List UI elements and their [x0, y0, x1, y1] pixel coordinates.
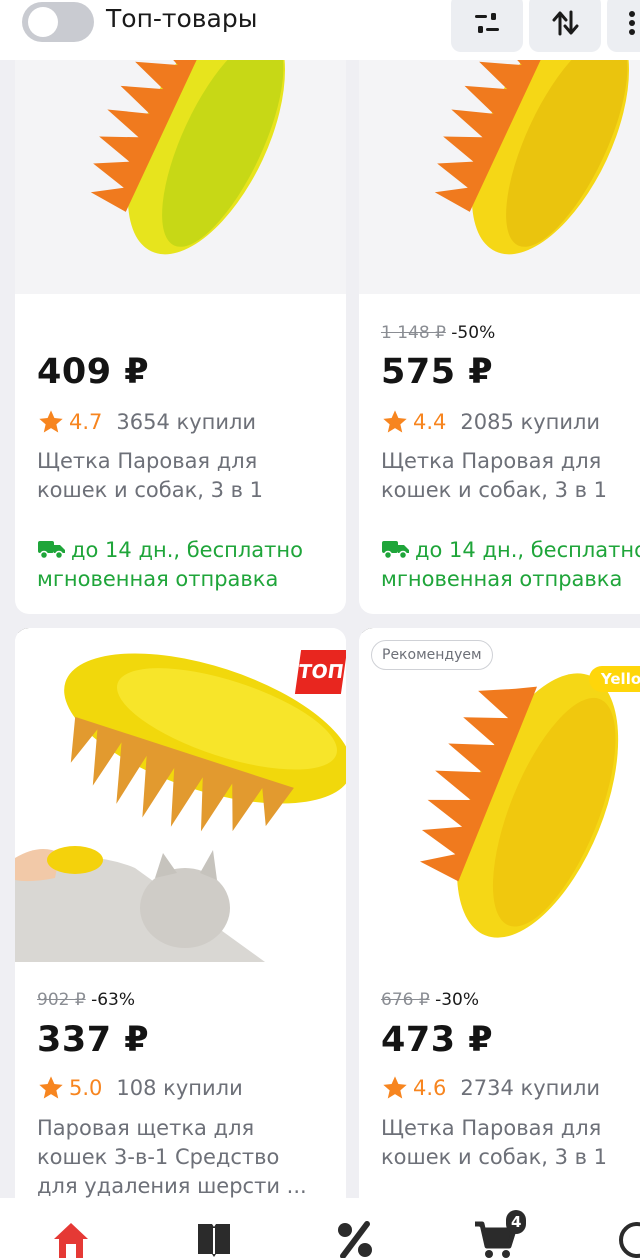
product-image: Рекомендуем Yellow	[359, 628, 640, 962]
color-tag: Yellow	[588, 666, 640, 692]
price: 473 ₽	[381, 1020, 494, 1060]
star-icon	[383, 1076, 407, 1099]
truck-icon	[382, 541, 409, 560]
title-line: Щетка Паровая для	[381, 449, 602, 473]
title-line: Щетка Паровая для	[37, 449, 258, 473]
rating-value: 4.4	[413, 410, 447, 434]
product-image	[15, 40, 346, 294]
toggle-knob	[28, 7, 58, 37]
delivery-note: мгновенная отправка	[381, 567, 623, 591]
title-line: для удаления шерсти ...	[37, 1174, 307, 1198]
nav-home[interactable]	[46, 1220, 96, 1258]
filter-button[interactable]	[451, 0, 523, 52]
product-title: Щетка Паровая для кошек и собак, 3 в 1	[381, 1114, 640, 1172]
title-line: Щетка Паровая для	[381, 1116, 602, 1140]
old-price-row: 676 ₽ -30%	[381, 990, 479, 1010]
sold-count: 2734 купили	[460, 1076, 601, 1100]
delivery-term: до 14 дн., бесплатно	[415, 538, 640, 562]
product-image	[359, 40, 640, 294]
nav-profile[interactable]	[612, 1220, 640, 1258]
nav-discounts[interactable]	[330, 1220, 380, 1258]
sort-arrows-icon	[552, 10, 579, 36]
sold-count: 3654 купили	[116, 410, 257, 434]
star-icon	[383, 410, 407, 433]
price: 575 ₽	[381, 352, 494, 392]
product-card[interactable]: Рекомендуем Yellow 676 ₽ -30% 473 ₽ 4.6 …	[359, 628, 640, 1228]
title-line: кошек и собак, 3 в 1	[381, 478, 608, 502]
discount-icon	[338, 1221, 372, 1258]
top-badge: ТОП	[294, 650, 346, 694]
nav-catalog[interactable]	[189, 1220, 239, 1258]
sold-count: 2085 купили	[460, 410, 601, 434]
top-products-toggle[interactable]	[22, 2, 94, 42]
product-card[interactable]: ТОП 902 ₽ -63% 337 ₽ 5.0 108 купили Паро…	[15, 628, 346, 1228]
product-title: Паровая щетка для кошек 3-в-1 Средство д…	[37, 1114, 337, 1201]
rating-row: 5.0 108 купили	[37, 1074, 243, 1102]
rating-value: 4.7	[69, 410, 103, 434]
old-price-row: 902 ₽ -63%	[37, 990, 135, 1010]
old-price: 1 148 ₽	[381, 323, 446, 343]
sliders-icon	[475, 13, 499, 33]
rating-value: 5.0	[69, 1076, 103, 1100]
delivery-info: до 14 дн., бесплатно мгновенная отправка	[37, 536, 303, 594]
product-card[interactable]: 409 ₽ 4.7 3654 купили Щетка Паровая для …	[15, 40, 346, 614]
old-price: 676 ₽	[381, 990, 430, 1010]
rating-row: 4.4 2085 купили	[381, 408, 600, 436]
delivery-note: мгновенная отправка	[37, 567, 279, 591]
old-price-row: 1 148 ₽ -50%	[381, 323, 495, 343]
product-title: Щетка Паровая для кошек и собак, 3 в 1	[37, 447, 337, 505]
more-button[interactable]	[607, 0, 640, 52]
page-title: Топ-товары	[106, 4, 258, 33]
rating-value: 4.6	[413, 1076, 447, 1100]
old-price: 902 ₽	[37, 990, 86, 1010]
title-line: кошек и собак, 3 в 1	[37, 478, 264, 502]
top-bar: Топ-товары	[0, 0, 640, 60]
bottom-nav	[0, 1198, 640, 1258]
star-icon	[39, 410, 63, 433]
discount: -63%	[91, 990, 135, 1010]
rating-row: 4.6 2734 купили	[381, 1074, 600, 1102]
product-card[interactable]: 1 148 ₽ -50% 575 ₽ 4.4 2085 купили Щетка…	[359, 40, 640, 614]
delivery-term: до 14 дн., бесплатно	[71, 538, 303, 562]
title-line: кошек и собак, 3 в 1	[381, 1145, 608, 1169]
price: 409 ₽	[37, 352, 150, 392]
catalog-icon	[198, 1224, 230, 1257]
home-icon	[54, 1223, 88, 1258]
truck-icon	[38, 541, 65, 560]
product-image: ТОП	[15, 628, 346, 962]
discount: -30%	[435, 990, 479, 1010]
more-icon	[629, 11, 635, 35]
profile-icon	[619, 1222, 640, 1258]
recommended-badge: Рекомендуем	[371, 640, 493, 670]
star-icon	[39, 1076, 63, 1099]
cart-count-badge: 4	[506, 1210, 527, 1234]
sold-count: 108 купили	[116, 1076, 243, 1100]
sort-button[interactable]	[529, 0, 601, 52]
title-line: Паровая щетка для	[37, 1116, 255, 1140]
rating-row: 4.7 3654 купили	[37, 408, 256, 436]
discount: -50%	[451, 323, 496, 343]
delivery-info: до 14 дн., бесплатно мгновенная отправка	[381, 536, 640, 594]
price: 337 ₽	[37, 1020, 150, 1060]
title-line: кошек 3-в-1 Средство	[37, 1145, 280, 1169]
product-title: Щетка Паровая для кошек и собак, 3 в 1	[381, 447, 640, 505]
